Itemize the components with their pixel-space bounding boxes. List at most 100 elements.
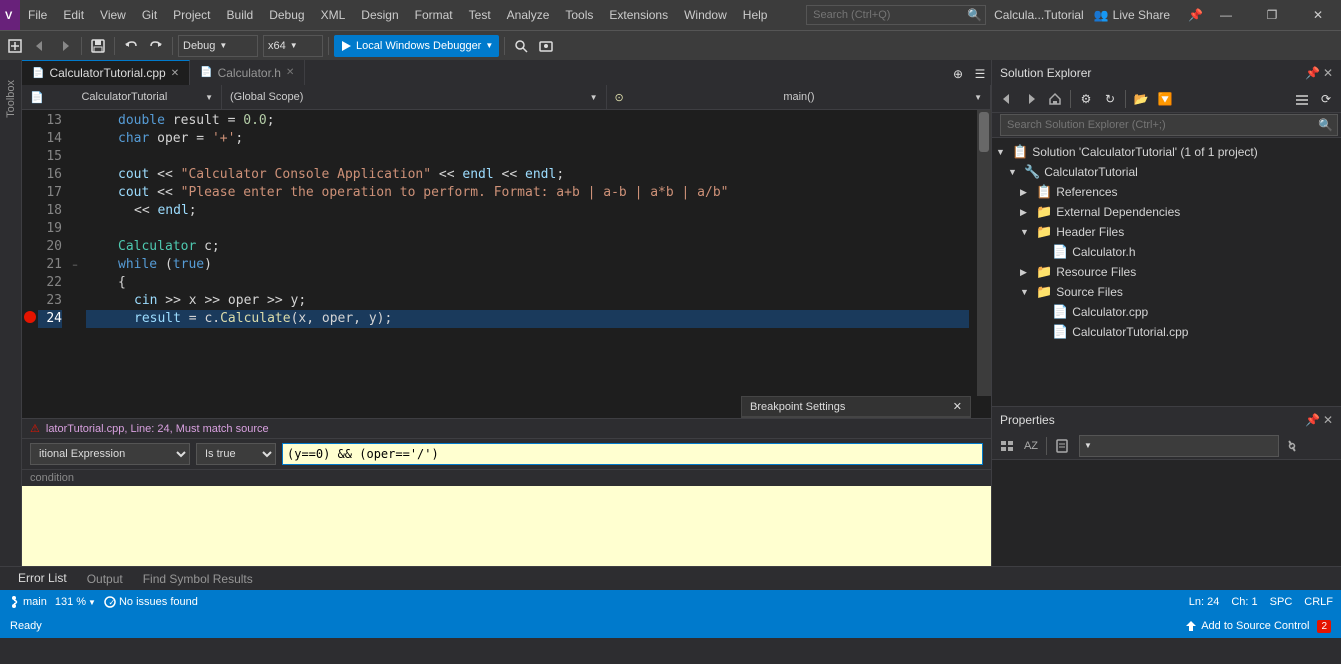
forward-btn[interactable]	[54, 35, 76, 57]
menu-analyze[interactable]: Analyze	[499, 0, 558, 30]
editor-tab-bar: 📄 CalculatorTutorial.cpp ✕ 📄 Calculator.…	[22, 60, 991, 85]
bp-space-13	[22, 110, 38, 128]
menu-tools[interactable]: Tools	[557, 0, 601, 30]
global-search-input[interactable]	[806, 5, 986, 25]
run-btn[interactable]: Local Windows Debugger ▼	[334, 35, 499, 57]
se-view-btn[interactable]	[1291, 88, 1313, 110]
menu-git[interactable]: Git	[134, 0, 165, 30]
prop-page-btn[interactable]	[1051, 435, 1073, 457]
maximize-button[interactable]: ❐	[1249, 0, 1295, 30]
condition-expression-input[interactable]	[282, 443, 983, 465]
menu-debug[interactable]: Debug	[261, 0, 312, 30]
menu-help[interactable]: Help	[735, 0, 776, 30]
tab-find-symbol-results[interactable]: Find Symbol Results	[133, 567, 263, 591]
scroll-thumb[interactable]	[979, 112, 989, 152]
tree-item-project[interactable]: ▼ 🔧 CalculatorTutorial	[992, 162, 1341, 182]
se-sync-btn[interactable]: ⟳	[1315, 88, 1337, 110]
bottom-tabs-bar: Error List Output Find Symbol Results	[0, 566, 1341, 590]
se-home-btn[interactable]	[1044, 88, 1066, 110]
tab-close-h[interactable]: ✕	[286, 67, 294, 78]
condition-type-select[interactable]: itional Expression Hit Count Filter	[30, 443, 190, 465]
scope-nav-dropdown[interactable]: (Global Scope) ▼	[222, 85, 607, 110]
add-source-control-btn[interactable]: Add to Source Control	[1185, 620, 1309, 632]
tree-item-calculator-cpp[interactable]: 📄 Calculator.cpp	[992, 302, 1341, 322]
se-filter-btn[interactable]: 🔽	[1154, 88, 1176, 110]
menu-design[interactable]: Design	[353, 0, 406, 30]
menu-window[interactable]: Window	[676, 0, 735, 30]
debug-config-dropdown[interactable]: Debug ▼	[178, 35, 258, 57]
minimize-button[interactable]: —	[1203, 0, 1249, 30]
zoom-arrow: ▼	[88, 598, 96, 607]
pin-button[interactable]: 📌	[1188, 8, 1203, 22]
menu-test[interactable]: Test	[461, 0, 499, 30]
tree-item-header-files[interactable]: ▼ 📁 Header Files	[992, 222, 1341, 242]
new-project-btn[interactable]	[4, 35, 26, 57]
platform-dropdown[interactable]: x64 ▼	[263, 35, 323, 57]
menu-edit[interactable]: Edit	[55, 0, 92, 30]
prop-wrench-btn[interactable]	[1281, 435, 1303, 457]
redo-btn[interactable]	[145, 35, 167, 57]
prop-pin-btn[interactable]: 📌	[1305, 413, 1320, 427]
undo-btn[interactable]	[120, 35, 142, 57]
prop-header: Properties 📌 ✕	[992, 407, 1341, 432]
bp-popup-close[interactable]: ✕	[953, 400, 962, 413]
tree-item-ext-deps[interactable]: ▶ 📁 External Dependencies	[992, 202, 1341, 222]
save-btn[interactable]	[87, 35, 109, 57]
main-layout: Toolbox 📄 CalculatorTutorial.cpp ✕ 📄 Cal…	[0, 60, 1341, 566]
tab-close-cpp[interactable]: ✕	[171, 68, 179, 79]
menu-xml[interactable]: XML	[313, 0, 354, 30]
editor-vscroll[interactable]	[977, 110, 991, 396]
tab-error-list[interactable]: Error List	[8, 567, 77, 591]
title-bar: V File Edit View Git Project Build Debug…	[0, 0, 1341, 30]
menu-file[interactable]: File	[20, 0, 55, 30]
right-panels: Solution Explorer 📌 ✕ ⚙ ↻ 📂 🔽	[991, 60, 1341, 566]
nav-bar: 📄 CalculatorTutorial ▼ (Global Scope) ▼ …	[22, 85, 991, 110]
find-btn[interactable]	[510, 35, 532, 57]
menu-build[interactable]: Build	[219, 0, 262, 30]
se-show-all-btn[interactable]: 📂	[1130, 88, 1152, 110]
file-nav-dropdown[interactable]: 📄 CalculatorTutorial ▼	[22, 85, 222, 110]
tree-item-solution[interactable]: ▼ 📋 Solution 'CalculatorTutorial' (1 of …	[992, 142, 1341, 162]
tab-output[interactable]: Output	[77, 567, 133, 591]
menu-extensions[interactable]: Extensions	[601, 0, 676, 30]
close-button[interactable]: ✕	[1295, 0, 1341, 30]
prop-filter-dropdown[interactable]: ▼	[1079, 435, 1279, 457]
prop-cat-btn[interactable]	[996, 435, 1018, 457]
calculatortutorial-cpp-icon: 📄	[1052, 324, 1068, 340]
se-properties-btn[interactable]: ⚙	[1075, 88, 1097, 110]
tree-item-resource-files[interactable]: ▶ 📁 Resource Files	[992, 262, 1341, 282]
error-count-badge[interactable]: 2	[1317, 620, 1331, 633]
tree-item-source-files[interactable]: ▼ 📁 Source Files	[992, 282, 1341, 302]
menu-project[interactable]: Project	[165, 0, 218, 30]
tab-calculator-tutorial[interactable]: 📄 CalculatorTutorial.cpp ✕	[22, 60, 190, 85]
git-branch[interactable]: main	[8, 596, 47, 608]
tab-menu-btn[interactable]: ☰	[969, 63, 991, 85]
symbol-nav-dropdown[interactable]: ⊙ main() ▼	[607, 85, 992, 110]
tree-item-calculator-h[interactable]: 📄 Calculator.h	[992, 242, 1341, 262]
prop-az-btn[interactable]: AZ	[1020, 435, 1042, 457]
se-close-btn[interactable]: ✕	[1323, 66, 1333, 80]
tab-calculator-h[interactable]: 📄 Calculator.h ✕	[190, 60, 305, 85]
breakpoint-settings-popup: Breakpoint Settings ✕	[741, 396, 971, 418]
new-tab-btn[interactable]: ⊕	[947, 63, 969, 85]
back-btn[interactable]	[29, 35, 51, 57]
status-issues[interactable]: ✓ No issues found	[104, 596, 198, 608]
code-text[interactable]: double result = 0.0; char oper = '+'; co…	[82, 110, 977, 396]
tree-item-references[interactable]: ▶ 📋 References	[992, 182, 1341, 202]
se-pin-btn[interactable]: 📌	[1305, 66, 1320, 80]
se-forward-btn[interactable]	[1020, 88, 1042, 110]
se-back-btn[interactable]	[996, 88, 1018, 110]
bp-popup-title: Breakpoint Settings	[750, 401, 845, 413]
menu-format[interactable]: Format	[407, 0, 461, 30]
menu-view[interactable]: View	[92, 0, 134, 30]
se-search-input[interactable]	[1000, 114, 1338, 136]
is-true-select[interactable]: Is true When changed Equals	[196, 443, 276, 465]
se-refresh-btn[interactable]: ↻	[1099, 88, 1121, 110]
screenshot-btn[interactable]	[535, 35, 557, 57]
collapse-icon-21[interactable]: −	[72, 256, 77, 274]
toolbox-label[interactable]: Toolbox	[5, 80, 17, 118]
live-share-button[interactable]: 👥 Live Share	[1084, 8, 1180, 22]
solution-explorer: Solution Explorer 📌 ✕ ⚙ ↻ 📂 🔽	[991, 60, 1341, 406]
tree-item-calculatortutorial-cpp[interactable]: 📄 CalculatorTutorial.cpp	[992, 322, 1341, 342]
prop-close-btn[interactable]: ✕	[1323, 413, 1333, 427]
